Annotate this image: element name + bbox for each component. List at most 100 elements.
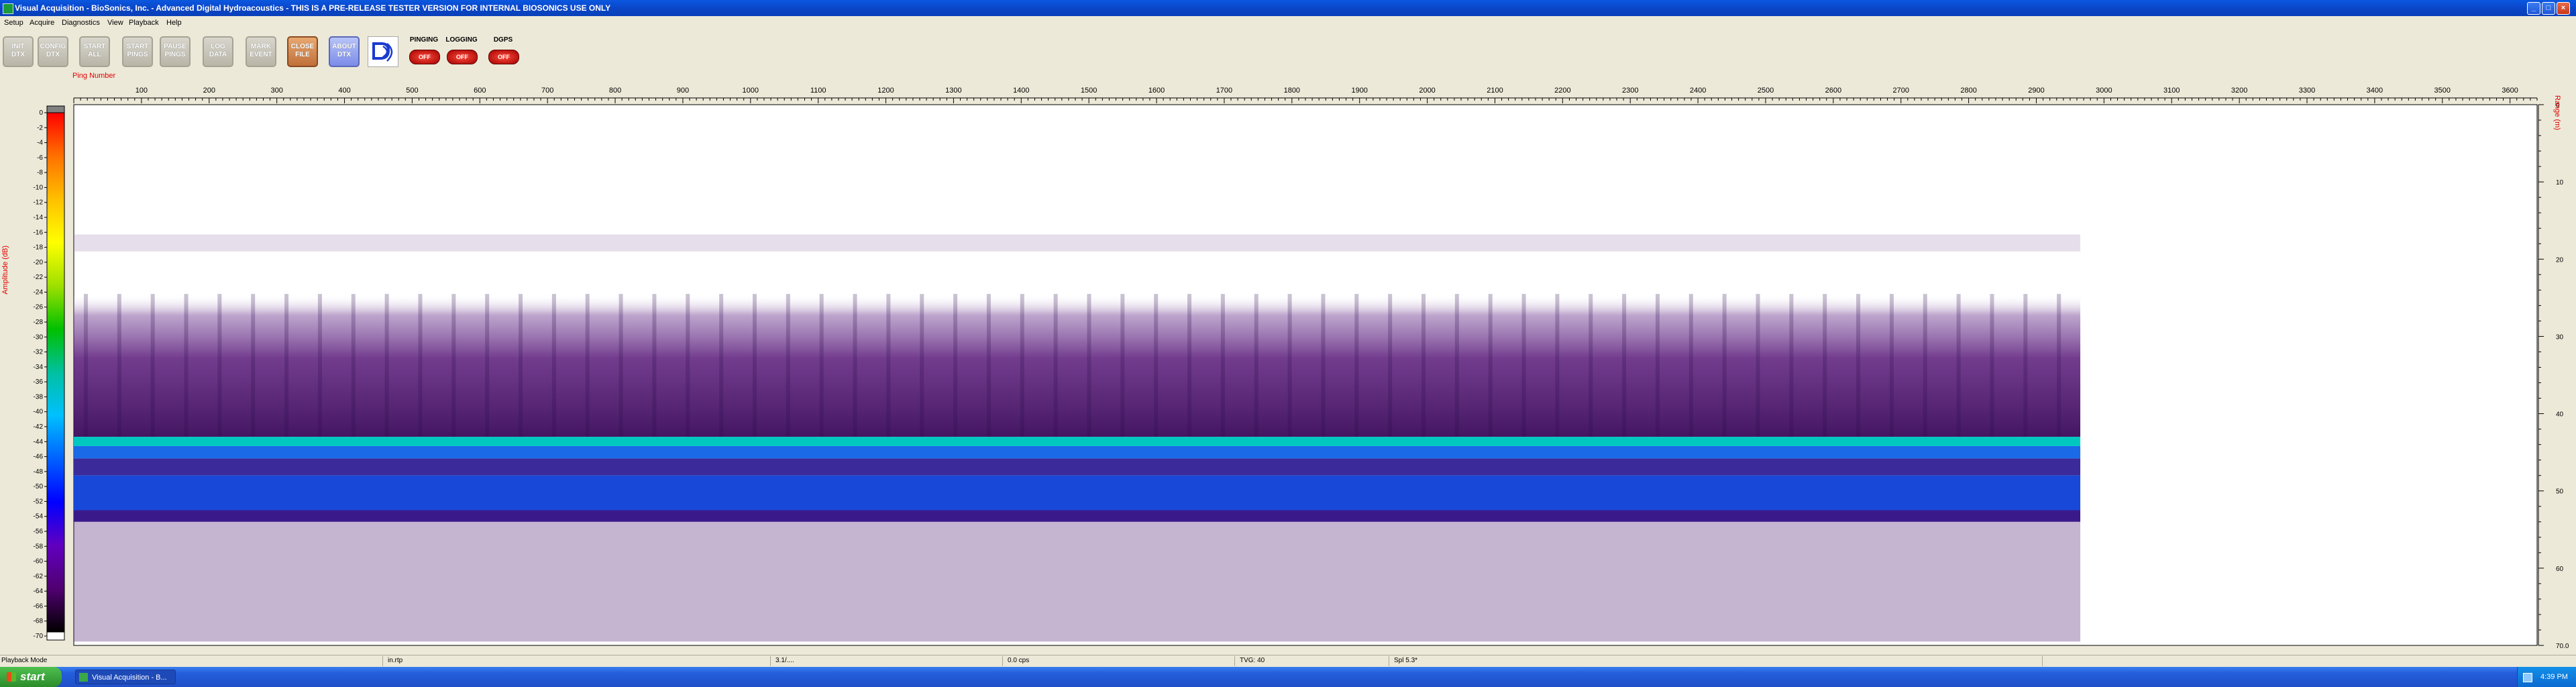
taskbar-item-visual-acquisition[interactable]: Visual Acquisition - B... [75,670,176,684]
echo-streak [184,294,189,437]
menu-acquire[interactable]: Acquire [30,19,54,27]
amplitude-tick-label: -40 [34,409,44,416]
x-tick-label: 2300 [1622,87,1638,95]
x-tick-label: 1200 [877,87,894,95]
echogram-panel[interactable]: 100 200 300 400 500 600 700 800 900 1000 1100 1200 1… [0,71,2576,651]
echo-bottom-band [74,437,2081,446]
echo-streak [786,294,790,437]
echo-streak [551,294,556,437]
echo-streak [1688,294,1693,437]
echo-streak [1388,294,1393,437]
init-dtx-button[interactable]: INIT DTX [3,36,34,67]
echo-streak [1889,294,1894,437]
echo-streak [1722,294,1727,437]
start-pings-button[interactable]: START PINGS [122,36,153,67]
amplitude-tick-label: -64 [34,588,44,595]
network-icon[interactable] [2523,673,2532,682]
x-tick-label: 1300 [945,87,961,95]
pinging-indicator: PINGING OFF [407,36,441,67]
menu-setup[interactable]: Setup [4,19,23,27]
config-dtx-button[interactable]: CONFIG DTX [38,36,68,67]
echo-streak [819,294,824,437]
pinging-led: OFF [409,50,440,64]
echo-streak [752,294,757,437]
echo-streak [451,294,456,437]
amplitude-tick-label: -20 [34,259,44,266]
x-tick-label: 500 [406,87,418,95]
echo-streak [418,294,423,437]
about-dtx-button[interactable]: ABOUT DTX [329,36,360,67]
x-tick-label: 3200 [2231,87,2247,95]
echo-streak [1287,294,1292,437]
echo-streak [83,294,88,437]
button-label: PAUSE [164,43,186,50]
menu-view[interactable]: View [107,19,123,27]
menu-bar: Setup Acquire Diagnostics View Playback … [0,16,2576,30]
menu-diagnostics[interactable]: Diagnostics [62,19,100,27]
status-file: in.rtp [388,657,403,664]
close-file-button[interactable]: CLOSE FILE [287,36,318,67]
log-data-button[interactable]: LOG DATA [203,36,233,67]
amplitude-tick-label: -70 [34,633,44,640]
echo-streak [317,294,322,437]
logging-led: OFF [447,50,478,64]
button-label: PINGS [127,51,148,58]
status-separator [2042,656,2043,666]
echo-streak [1120,294,1125,437]
amplitude-tick-label: -36 [34,378,44,386]
menu-playback[interactable]: Playback [129,19,159,27]
status-ping-rate: 0.0 cps [1008,657,1030,664]
x-tick-label: 2700 [1892,87,1909,95]
echo-streak [1488,294,1493,437]
echo-streak [686,294,690,437]
echo-streak [886,294,891,437]
amplitude-tick-label: -60 [34,558,44,566]
colorbar-cap [46,105,65,113]
x-tick-label: 1500 [1081,87,1097,95]
echo-streak [1990,294,1994,437]
x-tick-label: 1700 [1216,87,1232,95]
echo-streak [652,294,657,437]
x-tick-label: 3000 [2096,87,2112,95]
x-tick-label: 3400 [2367,87,2383,95]
echo-streak [1823,294,1827,437]
x-tick-label: 900 [677,87,689,95]
start-button[interactable]: start [0,667,62,687]
echo-subbottom [74,521,2081,642]
echo-bottom-band [74,458,2081,476]
windows-flag-icon [7,672,16,682]
button-label: INIT [11,43,25,50]
system-tray: 4:39 PM [2517,667,2576,687]
x-tick-label: 2800 [1960,87,1976,95]
minimize-button[interactable]: _ [2527,2,2540,15]
echo-streak [1655,294,1660,437]
button-label: PINGS [164,51,186,58]
task-label: Visual Acquisition - B... [92,674,167,682]
amplitude-tick-label: -46 [34,454,44,461]
x-tick-label: 1800 [1284,87,1300,95]
dgps-indicator: DGPS OFF [486,36,521,67]
close-button[interactable]: × [2557,2,2570,15]
echo-streak [519,294,523,437]
echo-streak [2023,294,2028,437]
maximize-button[interactable]: □ [2542,2,2555,15]
pause-pings-button[interactable]: PAUSE PINGS [160,36,191,67]
mark-event-button[interactable]: MARK EVENT [246,36,276,67]
start-label: start [20,670,45,683]
menu-help[interactable]: Help [166,19,182,27]
amplitude-tick-label: -48 [34,468,44,476]
status-separator [382,656,383,666]
range-tick-label: 60 [2556,566,2564,573]
x-tick-label: 3500 [2434,87,2451,95]
amplitude-tick-label: -44 [34,438,44,445]
x-tick-label: 200 [203,87,215,95]
x-tick-label: 2900 [2028,87,2044,95]
start-all-button[interactable]: START ALL [79,36,110,67]
biosonics-logo-icon [368,36,398,67]
echo-streak [217,294,222,437]
echogram-plot[interactable]: 100 200 300 400 500 600 700 800 900 1000 1100 1200 1… [0,71,2576,651]
status-bar: Playback Mode in.rtp 3.1/.... 0.0 cps TV… [0,655,2576,668]
button-label: ABOUT [332,43,356,50]
amplitude-tick-label: -18 [34,244,44,252]
indicator-label: PINGING [409,36,439,44]
